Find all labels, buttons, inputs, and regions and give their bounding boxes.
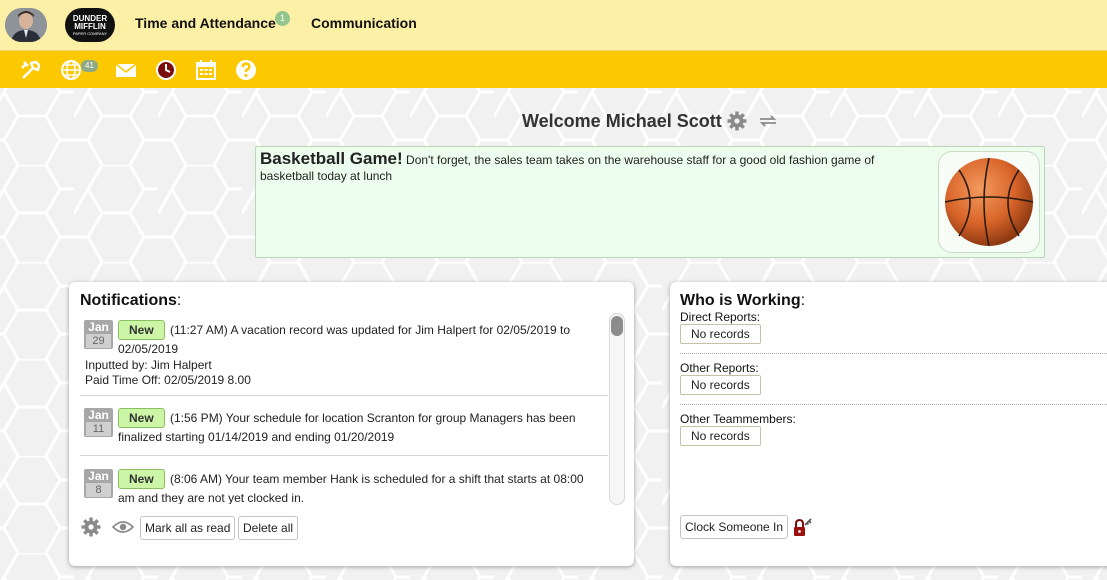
nav-time-and-attendance[interactable]: Time and Attendance — [135, 15, 276, 31]
who-is-working-title-colon: : — [800, 292, 806, 309]
nav-time-and-attendance-badge: 1 — [275, 11, 290, 26]
date-day: 8 — [86, 483, 111, 497]
notification-item[interactable]: Jan 11 New (1:56 PM) Your schedule for l… — [80, 396, 608, 456]
company-logo[interactable]: DUNDER MIFFLIN PAPER COMPANY — [65, 8, 115, 42]
mail-icon[interactable] — [114, 58, 138, 82]
who-is-working-title-text: Who is Working — [680, 292, 801, 309]
notification-paid-time-off: Paid Time Off: 02/05/2019 8.00 — [85, 373, 251, 387]
lock-key-icon[interactable] — [792, 516, 814, 538]
date-badge: Jan 11 — [84, 408, 113, 437]
other-reports-no-records[interactable]: No records — [680, 375, 761, 395]
announcement-panel: Basketball Game! Don't forget, the sales… — [255, 146, 1045, 258]
notification-item[interactable]: Jan 8 New (8:06 AM) Your team member Han… — [80, 456, 608, 504]
notifications-panel: Notifications: Jan 29 New (11:27 AM) A v… — [69, 282, 634, 566]
nav-communication[interactable]: Communication — [311, 15, 417, 31]
logo-line-3: PAPER COMPANY — [72, 30, 108, 36]
date-month: Jan — [88, 408, 109, 422]
clock-someone-in-button[interactable]: Clock Someone In — [680, 515, 789, 539]
announcement-content: Basketball Game! Don't forget, the sales… — [260, 149, 920, 184]
date-day: 11 — [86, 422, 111, 436]
notification-line-2: 02/05/2019 — [118, 342, 179, 356]
announcement-title: Basketball Game! — [260, 149, 403, 168]
date-badge: Jan 8 — [84, 469, 113, 498]
calendar-icon[interactable] — [194, 58, 218, 82]
scrollbar-thumb[interactable] — [611, 316, 623, 336]
notification-text: (1:56 PM) Your schedule for location Scr… — [118, 409, 598, 447]
wrench-icon[interactable] — [19, 58, 43, 82]
notification-line-1: (1:56 PM) Your schedule for location Scr… — [170, 411, 576, 425]
top-header: DUNDER MIFFLIN PAPER COMPANY Time and At… — [0, 0, 1107, 51]
notifications-scrollbar[interactable] — [609, 313, 625, 505]
notifications-title-colon: : — [176, 292, 182, 309]
welcome-text: Welcome Michael Scott — [522, 111, 722, 131]
date-badge: Jan 29 — [84, 320, 113, 349]
notification-text: (8:06 AM) Your team member Hank is sched… — [118, 470, 598, 504]
notifications-title: Notifications: — [80, 292, 181, 310]
section-divider — [680, 404, 1107, 405]
notification-settings-gear-icon[interactable] — [81, 517, 101, 537]
date-month: Jan — [88, 469, 109, 483]
date-month: Jan — [88, 320, 109, 334]
clock-icon[interactable] — [154, 58, 178, 82]
globe-icon[interactable] — [59, 58, 83, 82]
notification-line-2: am and they are not yet clocked in. — [118, 491, 305, 504]
basketball-image — [938, 151, 1040, 253]
eye-icon[interactable] — [112, 520, 134, 534]
notification-text: (11:27 AM) A vacation record was updated… — [118, 321, 598, 359]
section-divider — [680, 353, 1107, 354]
gear-icon[interactable] — [727, 111, 747, 131]
direct-reports-no-records[interactable]: No records — [680, 324, 761, 344]
other-reports-label: Other Reports: — [680, 361, 759, 375]
mark-all-read-button[interactable]: Mark all as read — [140, 516, 236, 540]
other-teammembers-label: Other Teammembers: — [680, 412, 796, 426]
globe-count-badge: 41 — [81, 60, 98, 72]
notifications-title-text: Notifications — [80, 292, 177, 309]
who-is-working-title: Who is Working: — [680, 292, 805, 310]
date-day: 29 — [86, 334, 111, 348]
who-is-working-panel: Who is Working: Direct Reports: No recor… — [670, 282, 1107, 566]
notification-item[interactable]: Jan 29 New (11:27 AM) A vacation record … — [80, 314, 608, 396]
notification-inputted-by: Inputted by: Jim Halpert — [85, 358, 212, 372]
notification-line-2: finalized starting 01/14/2019 and ending… — [118, 430, 395, 444]
delete-all-button[interactable]: Delete all — [238, 516, 299, 540]
user-avatar[interactable] — [5, 8, 47, 42]
notification-line-1: (8:06 AM) Your team member Hank is sched… — [170, 472, 584, 486]
direct-reports-label: Direct Reports: — [680, 310, 761, 324]
switch-account-icon[interactable] — [757, 113, 779, 129]
other-teammembers-no-records[interactable]: No records — [680, 426, 761, 446]
logo-line-2: MIFFLIN — [74, 21, 106, 31]
icon-toolbar — [0, 51, 1107, 88]
notification-line-1: (11:27 AM) A vacation record was updated… — [170, 323, 571, 337]
notification-list: Jan 29 New (11:27 AM) A vacation record … — [80, 314, 610, 504]
help-icon[interactable] — [234, 58, 258, 82]
